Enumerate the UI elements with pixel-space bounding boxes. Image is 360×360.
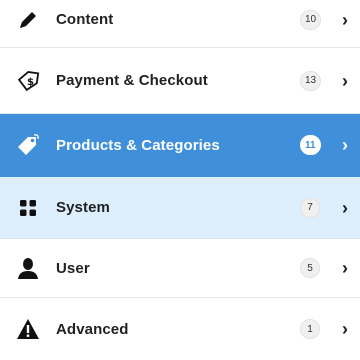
menu-item-products-categories[interactable]: Products & Categories 11 › <box>0 114 360 177</box>
chevron-right-icon: › <box>342 9 348 30</box>
count-badge: 10 <box>300 9 322 30</box>
menu-item-label: Products & Categories <box>56 136 220 154</box>
menu-item-content[interactable]: Content 10 › <box>0 0 360 48</box>
chevron-right-icon: › <box>342 319 348 339</box>
payment-tag-icon: $ <box>14 67 42 95</box>
menu-item-label: System <box>56 199 110 216</box>
grid-icon <box>14 194 42 222</box>
count-badge: 13 <box>300 70 322 91</box>
menu-item-user[interactable]: User 5 › <box>0 239 360 298</box>
count-badge: 1 <box>300 319 320 339</box>
chevron-right-icon: › <box>342 70 348 91</box>
menu-item-label: Advanced <box>56 320 129 338</box>
count-badge: 11 <box>300 135 321 155</box>
menu-item-label: User <box>56 259 90 277</box>
chevron-right-icon: › <box>342 135 348 155</box>
menu-item-advanced[interactable]: Advanced 1 › <box>0 298 360 360</box>
svg-text:$: $ <box>27 77 34 88</box>
menu-item-label: Content <box>56 11 114 28</box>
count-badge: 7 <box>300 197 320 218</box>
warning-icon <box>14 315 42 343</box>
menu-item-system[interactable]: System 7 › <box>0 177 360 239</box>
pencil-icon <box>14 6 42 34</box>
user-icon <box>14 254 42 282</box>
menu-item-payment-checkout[interactable]: $ Payment & Checkout 13 › <box>0 48 360 114</box>
count-badge: 5 <box>300 258 320 278</box>
chevron-right-icon: › <box>342 197 348 218</box>
menu-item-label: Payment & Checkout <box>56 72 208 89</box>
settings-category-menu: Content 10 › $ Payment & Checkout 13 › P… <box>0 0 360 360</box>
price-tag-icon <box>14 131 42 159</box>
chevron-right-icon: › <box>342 258 348 278</box>
